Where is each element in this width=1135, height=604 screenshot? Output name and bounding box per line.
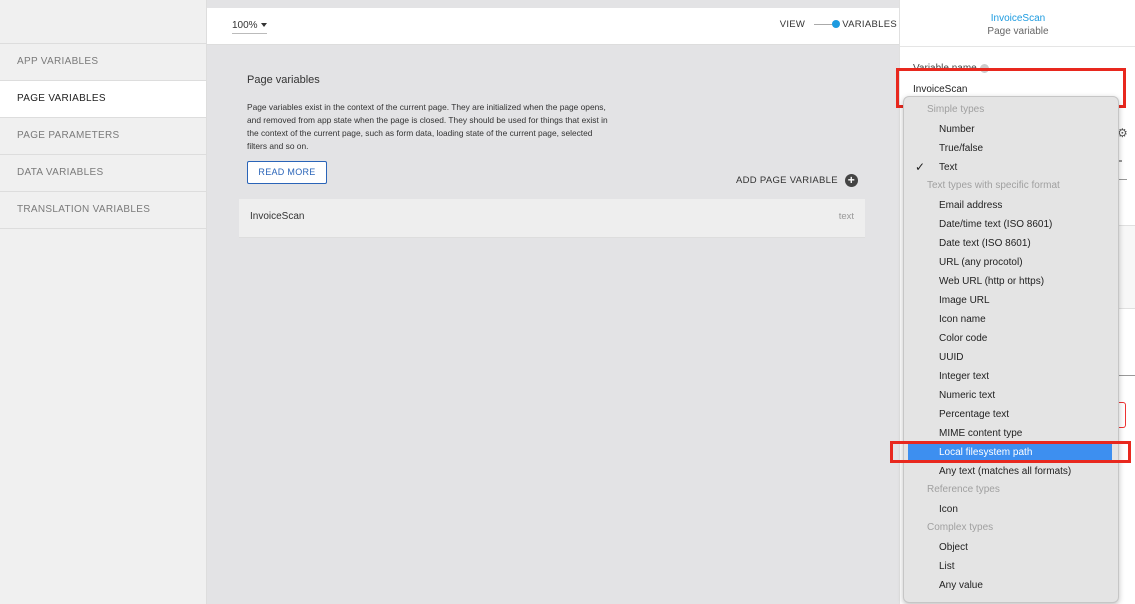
- dropdown-option-label: Number: [939, 124, 975, 135]
- dropdown-option[interactable]: Integer text: [908, 368, 1112, 385]
- dropdown-option-label: Any text (matches all formats): [939, 466, 1072, 477]
- dropdown-option[interactable]: Web URL (http or https): [908, 273, 1112, 290]
- dropdown-option[interactable]: Date/time text (ISO 8601): [908, 216, 1112, 233]
- dropdown-option-label: URL (any procotol): [939, 257, 1023, 268]
- dropdown-option-label: List: [939, 561, 955, 572]
- zoom-dropdown[interactable]: 100%: [232, 20, 267, 34]
- zoom-value: 100%: [232, 20, 258, 31]
- dropdown-option[interactable]: Any text (matches all formats): [908, 463, 1112, 480]
- toggle-knob: [832, 20, 841, 28]
- dropdown-option[interactable]: Color code: [908, 330, 1112, 347]
- dropdown-option-label: Date text (ISO 8601): [939, 238, 1031, 249]
- variables-label: VARIABLES: [842, 19, 897, 30]
- variable-name-label: Variable name: [913, 63, 989, 74]
- dropdown-group-header: Simple types: [927, 104, 985, 115]
- view-label: VIEW: [779, 19, 806, 30]
- dropdown-option-label: Numeric text: [939, 390, 996, 401]
- dropdown-option[interactable]: MIME content type: [908, 425, 1112, 442]
- dropdown-option[interactable]: Numeric text: [908, 387, 1112, 404]
- dropdown-option[interactable]: Number: [908, 121, 1112, 138]
- dropdown-option-label: Image URL: [939, 295, 990, 306]
- dropdown-option[interactable]: Percentage text: [908, 406, 1112, 423]
- dropdown-option[interactable]: Any value: [908, 577, 1112, 594]
- dropdown-option-label: Web URL (http or https): [939, 276, 1045, 287]
- properties-header: InvoiceScan Page variable: [900, 0, 1135, 47]
- error-field-edge: [1119, 402, 1126, 428]
- read-more-button[interactable]: READ MORE: [247, 161, 327, 184]
- properties-title: InvoiceScan: [990, 13, 1046, 24]
- variable-row-type: text: [838, 211, 854, 222]
- dropdown-option-label: Object: [939, 542, 968, 553]
- divider: [1118, 375, 1135, 376]
- checkmark-icon: ✓: [915, 160, 926, 174]
- dropdown-option-label: Icon: [939, 504, 958, 515]
- variable-name-field[interactable]: InvoiceScan: [913, 84, 967, 95]
- app-root: APP VARIABLES PAGE VARIABLES PAGE PARAME…: [0, 0, 1135, 604]
- sidebar-item-page-parameters[interactable]: PAGE PARAMETERS: [0, 118, 206, 155]
- dropdown-option[interactable]: Image URL: [908, 292, 1112, 309]
- page-title: Page variables: [247, 74, 320, 86]
- properties-subtitle: Page variable: [987, 26, 1049, 37]
- dropdown-option[interactable]: True/false: [908, 140, 1112, 157]
- variables-sidebar: APP VARIABLES PAGE VARIABLES PAGE PARAME…: [0, 0, 207, 604]
- sidebar-item-app-variables[interactable]: APP VARIABLES: [0, 44, 206, 81]
- dropdown-option-label: True/false: [939, 143, 984, 154]
- plus-circle-icon: +: [844, 174, 858, 187]
- dropdown-option[interactable]: Email address: [908, 197, 1112, 214]
- dropdown-option-label: Local filesystem path: [939, 447, 1033, 458]
- page-variables-panel: 100% VIEW VARIABLES Page variables Page …: [207, 0, 899, 604]
- panel-description: Page variables exist in the context of t…: [247, 102, 608, 151]
- sidebar-item-translation-variables[interactable]: TRANSLATION VARIABLES: [0, 192, 206, 229]
- hidden-panel-block: [1118, 225, 1135, 309]
- canvas-toolbar: 100% VIEW VARIABLES: [207, 8, 899, 45]
- dropdown-group-header: Text types with specific format: [927, 180, 1060, 191]
- dropdown-option[interactable]: Date text (ISO 8601): [908, 235, 1112, 252]
- sidebar-item-data-variables[interactable]: DATA VARIABLES: [0, 155, 206, 192]
- field-underline: [1118, 179, 1127, 180]
- variable-row[interactable]: InvoiceScan text: [239, 199, 865, 238]
- dropdown-option[interactable]: URL (any procotol): [908, 254, 1112, 271]
- add-page-variable-label: ADD PAGE VARIABLE: [736, 175, 838, 186]
- sidebar-item-page-variables[interactable]: PAGE VARIABLES: [0, 81, 206, 118]
- dropdown-option-label: MIME content type: [939, 428, 1023, 439]
- view-variables-toggle[interactable]: VIEW VARIABLES: [780, 19, 897, 30]
- dropdown-option-label: Percentage text: [939, 409, 1010, 420]
- dropdown-option-label: UUID: [939, 352, 964, 363]
- toggle-switch[interactable]: [814, 20, 841, 28]
- dropdown-option[interactable]: Object: [908, 539, 1112, 556]
- dropdown-group-header: Reference types: [927, 484, 1000, 495]
- dropdown-option-label: Date/time text (ISO 8601): [939, 219, 1053, 230]
- dropdown-option[interactable]: List: [908, 558, 1112, 575]
- add-page-variable-button[interactable]: ADD PAGE VARIABLE +: [736, 174, 858, 187]
- dropdown-option-label: Color code: [939, 333, 988, 344]
- chevron-down-icon: [260, 23, 267, 28]
- variable-type-dropdown[interactable]: Simple types Number True/false ✓ Text Text ty…: [903, 96, 1119, 603]
- dropdown-option[interactable]: UUID: [908, 349, 1112, 366]
- dropdown-option[interactable]: Icon: [908, 501, 1112, 518]
- variable-name-label-text: Variable name: [913, 63, 977, 74]
- dropdown-group-header: Complex types: [927, 522, 994, 533]
- dropdown-option[interactable]: Local filesystem path: [908, 444, 1112, 461]
- dropdown-option-label: Integer text: [939, 371, 990, 382]
- dropdown-option-label: Icon name: [939, 314, 986, 325]
- info-icon[interactable]: [979, 63, 989, 73]
- dropdown-option-label: Any value: [939, 580, 983, 591]
- variable-row-name: InvoiceScan: [250, 211, 305, 222]
- dropdown-option[interactable]: Icon name: [908, 311, 1112, 328]
- dropdown-option-label: Email address: [939, 200, 1003, 211]
- sidebar-top-spacer: [0, 0, 206, 44]
- dropdown-option[interactable]: ✓ Text: [908, 159, 1112, 176]
- dropdown-option-label: Text: [939, 162, 958, 173]
